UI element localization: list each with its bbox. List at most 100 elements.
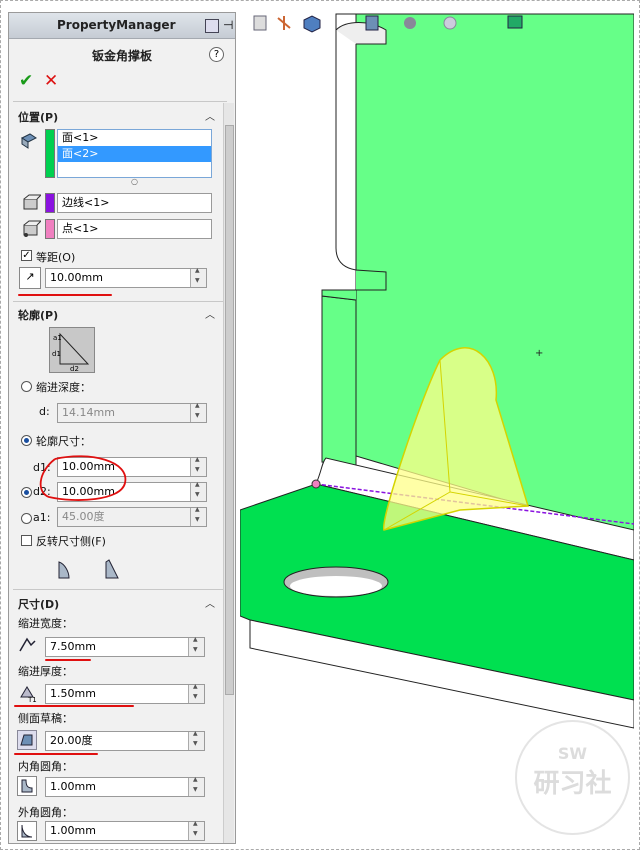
annotation-underline <box>14 753 98 755</box>
annotation-underline <box>18 294 112 296</box>
property-manager-panel: PropertyManager ⊣ 钣金角撑板 ? ✔ ✕ 位置(P) ︿ 面<… <box>8 12 236 844</box>
d-input: 14.14mm <box>57 403 207 423</box>
edge-field[interactable]: 边线<1> <box>57 193 212 213</box>
svg-text:a1: a1 <box>53 334 62 342</box>
annotation-underline <box>45 659 91 661</box>
divider <box>13 301 227 302</box>
face-color-swatch <box>45 129 55 178</box>
position-group-label: 位置(P) <box>18 111 59 124</box>
indent-thickness-icon: T1 <box>17 683 37 704</box>
edge-color-swatch <box>45 193 55 213</box>
profile-dims-label: 轮廓尺寸： <box>36 435 91 448</box>
a1-input: 45.00度 <box>57 507 207 527</box>
indent-thickness-label: 缩进厚度： <box>18 665 73 678</box>
resize-handle-icon[interactable]: ○ <box>131 177 138 186</box>
inner-fillet-spinner[interactable] <box>188 776 204 796</box>
point-color-swatch <box>45 219 55 239</box>
indent-depth-radio[interactable] <box>21 381 32 392</box>
svg-text:d2: d2 <box>70 365 79 372</box>
svg-text:T1: T1 <box>27 696 37 703</box>
profile-type-icon[interactable]: a1 d1 d2 <box>49 327 95 373</box>
side-draft-icon <box>17 730 37 750</box>
edge-select-icon <box>21 193 43 213</box>
d-spinner <box>190 402 206 422</box>
outer-fillet-spinner[interactable] <box>188 820 204 840</box>
help-icon[interactable]: ? <box>209 47 224 62</box>
face-selection-list[interactable]: 面<1> 面<2> <box>57 129 212 178</box>
ok-button[interactable]: ✔ <box>19 71 33 91</box>
watermark: SW 研习社 <box>515 720 630 835</box>
collapse-profile-icon[interactable]: ︿ <box>205 306 215 321</box>
indent-thickness-input[interactable]: 1.50mm <box>45 684 205 704</box>
property-manager-header: PropertyManager ⊣ <box>9 13 235 39</box>
selected-point <box>311 479 321 489</box>
indent-width-input[interactable]: 7.50mm <box>45 637 205 657</box>
a1-label: a1: <box>33 511 51 524</box>
equal-distance-label: 等距(O) <box>36 251 76 264</box>
view-icon <box>253 15 267 31</box>
dimensions-group-label: 尺寸(D) <box>18 598 60 611</box>
monitor-icon <box>507 15 523 29</box>
feature-title: 钣金角撑板 <box>91 49 152 63</box>
panel-menu-icon[interactable] <box>205 19 219 33</box>
offset-spinner[interactable] <box>190 267 206 287</box>
inner-fillet-icon <box>17 776 37 796</box>
d2-radio[interactable] <box>21 487 32 498</box>
offset-input[interactable]: 10.00mm <box>45 268 207 288</box>
list-item[interactable]: 面<2> <box>58 146 211 162</box>
divider <box>13 101 227 102</box>
flip-side-label: 反转尺寸侧(F) <box>36 535 106 548</box>
side-draft-input[interactable]: 20.00度 <box>45 731 205 751</box>
profile-group-label: 轮廓(P) <box>18 309 59 322</box>
flip-side-checkbox[interactable] <box>21 535 32 546</box>
annotation-circle <box>39 455 127 501</box>
side-draft-spinner[interactable] <box>188 730 204 750</box>
collapse-dimensions-icon[interactable]: ︿ <box>205 595 215 610</box>
indent-width-label: 缩进宽度： <box>18 617 73 630</box>
rotate-icon <box>277 16 291 30</box>
indent-depth-label: 缩进深度： <box>36 381 91 394</box>
pin-icon[interactable]: ⊣ <box>223 18 233 32</box>
list-item[interactable]: 面<1> <box>58 130 211 146</box>
base-hole-inner <box>290 576 382 596</box>
collapse-position-icon[interactable]: ︿ <box>205 108 215 123</box>
a1-spinner <box>190 506 206 526</box>
face-select-icon <box>19 131 39 151</box>
section-icon <box>404 17 416 29</box>
watermark-top-text: SW <box>557 744 588 763</box>
indent-width-icon <box>17 635 37 655</box>
d1-spinner[interactable] <box>190 456 206 476</box>
graphics-viewport[interactable]: + SW 研习社 <box>240 12 634 844</box>
profile-dims-radio[interactable] <box>21 435 32 446</box>
origin-mark: + <box>535 348 543 359</box>
d2-spinner[interactable] <box>190 481 206 501</box>
appearance-icon <box>443 16 457 30</box>
panel-scrollbar[interactable] <box>223 103 234 843</box>
side-draft-label: 侧面草稿： <box>18 712 73 725</box>
indent-thickness-spinner[interactable] <box>188 683 204 703</box>
offset-arrow-icon: ↗ <box>19 267 41 289</box>
annotation-underline <box>14 705 134 707</box>
d-label: d: <box>39 405 50 418</box>
property-manager-title: PropertyManager <box>57 18 176 32</box>
divider <box>13 589 227 590</box>
svg-text:d1: d1 <box>52 350 61 358</box>
point-select-icon <box>21 219 43 239</box>
cancel-button[interactable]: ✕ <box>44 71 58 91</box>
chamfered-gusset-icon[interactable] <box>99 556 125 582</box>
equal-distance-checkbox[interactable]: ✓ <box>21 250 32 261</box>
a1-radio[interactable] <box>21 513 32 524</box>
indent-width-spinner[interactable] <box>188 636 204 656</box>
inner-fillet-label: 内角圆角： <box>18 760 73 773</box>
watermark-main-text: 研习社 <box>533 769 612 799</box>
tab-side-face <box>335 13 357 271</box>
outer-fillet-label: 外角圆角： <box>18 806 73 819</box>
box-icon <box>303 15 321 33</box>
outer-fillet-icon <box>17 821 37 841</box>
point-field[interactable]: 点<1> <box>57 219 212 239</box>
display-style-icon <box>365 15 379 31</box>
inner-fillet-input[interactable]: 1.00mm <box>45 777 205 797</box>
scrollbar-thumb[interactable] <box>225 125 234 695</box>
outer-fillet-input[interactable]: 1.00mm <box>45 821 205 841</box>
rounded-gusset-icon[interactable] <box>51 556 77 582</box>
